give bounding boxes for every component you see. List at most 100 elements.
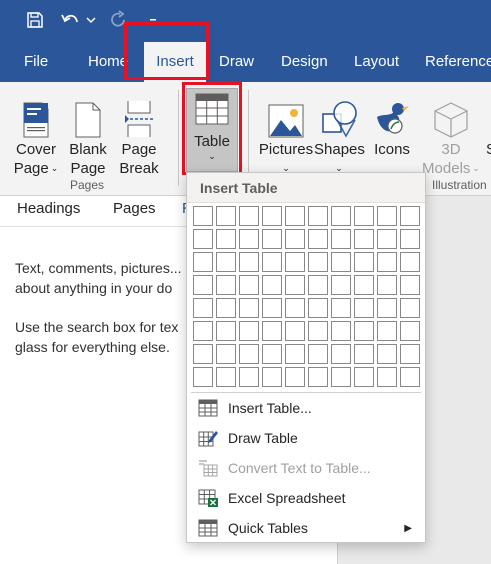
undo-button[interactable] (58, 8, 82, 32)
table-grid-cell[interactable] (377, 206, 397, 226)
table-grid-cell[interactable] (239, 275, 259, 295)
draw-table-menu-item[interactable]: Draw Table (188, 423, 424, 453)
tab-home[interactable]: Home (88, 42, 128, 82)
table-grid-cell[interactable] (285, 367, 305, 387)
table-grid-cell[interactable] (216, 344, 236, 364)
table-grid-cell[interactable] (377, 321, 397, 341)
table-grid-cell[interactable] (354, 298, 374, 318)
table-grid-cell[interactable] (193, 275, 213, 295)
tab-layout[interactable]: Layout (354, 42, 399, 82)
table-grid-cell[interactable] (262, 321, 282, 341)
table-grid-cell[interactable] (193, 252, 213, 272)
table-grid-cell[interactable] (285, 321, 305, 341)
table-grid-cell[interactable] (400, 229, 420, 249)
smartart-button-clipped[interactable]: S (486, 82, 491, 159)
table-grid-cell[interactable] (308, 344, 328, 364)
table-size-grid[interactable] (193, 206, 420, 387)
cover-page-button[interactable]: Cover Page ⌄ (10, 82, 62, 180)
table-grid-cell[interactable] (239, 344, 259, 364)
table-grid-cell[interactable] (193, 367, 213, 387)
save-button[interactable] (24, 8, 46, 32)
table-grid-cell[interactable] (354, 229, 374, 249)
tab-insert[interactable]: Insert (144, 42, 206, 82)
table-grid-cell[interactable] (216, 252, 236, 272)
table-button[interactable]: Table ⌄ (186, 88, 238, 172)
convert-text-to-table-menu-item[interactable]: Convert Text to Table... (188, 453, 424, 483)
table-grid-cell[interactable] (354, 275, 374, 295)
table-grid-cell[interactable] (400, 367, 420, 387)
table-grid-cell[interactable] (331, 321, 351, 341)
table-grid-cell[interactable] (354, 367, 374, 387)
table-grid-cell[interactable] (239, 229, 259, 249)
table-grid-cell[interactable] (193, 229, 213, 249)
table-grid-cell[interactable] (331, 367, 351, 387)
table-grid-cell[interactable] (400, 344, 420, 364)
table-grid-cell[interactable] (331, 344, 351, 364)
table-grid-cell[interactable] (331, 252, 351, 272)
table-grid-cell[interactable] (193, 206, 213, 226)
table-grid-cell[interactable] (331, 275, 351, 295)
table-grid-cell[interactable] (216, 206, 236, 226)
blank-page-button[interactable]: Blank Page (66, 82, 110, 178)
table-grid-cell[interactable] (377, 229, 397, 249)
tab-references[interactable]: Reference (425, 42, 491, 82)
table-grid-cell[interactable] (285, 252, 305, 272)
table-grid-cell[interactable] (308, 321, 328, 341)
table-grid-cell[interactable] (285, 275, 305, 295)
table-grid-cell[interactable] (354, 321, 374, 341)
table-grid-cell[interactable] (239, 298, 259, 318)
table-grid-cell[interactable] (193, 298, 213, 318)
table-grid-cell[interactable] (354, 252, 374, 272)
3d-models-button[interactable]: 3D Models ⌄ (418, 82, 484, 180)
table-grid-cell[interactable] (216, 275, 236, 295)
table-grid-cell[interactable] (285, 344, 305, 364)
table-grid-cell[interactable] (285, 206, 305, 226)
table-grid-cell[interactable] (239, 252, 259, 272)
tab-design[interactable]: Design (281, 42, 328, 82)
table-grid-cell[interactable] (308, 275, 328, 295)
table-grid-cell[interactable] (377, 252, 397, 272)
customize-quick-access-button[interactable] (146, 8, 160, 32)
table-grid-cell[interactable] (377, 275, 397, 295)
table-grid-cell[interactable] (216, 367, 236, 387)
table-grid-cell[interactable] (308, 298, 328, 318)
table-grid-cell[interactable] (193, 321, 213, 341)
table-grid-cell[interactable] (285, 298, 305, 318)
table-grid-cell[interactable] (285, 229, 305, 249)
table-grid-cell[interactable] (262, 344, 282, 364)
tab-draw[interactable]: Draw (219, 42, 254, 82)
redo-button[interactable] (108, 8, 130, 32)
table-grid-cell[interactable] (400, 321, 420, 341)
page-break-button[interactable]: Page Break (116, 82, 162, 178)
table-grid-cell[interactable] (262, 206, 282, 226)
table-grid-cell[interactable] (400, 298, 420, 318)
table-grid-cell[interactable] (377, 367, 397, 387)
insert-table-menu-item[interactable]: Insert Table... (188, 393, 424, 423)
table-grid-cell[interactable] (354, 206, 374, 226)
table-grid-cell[interactable] (377, 298, 397, 318)
table-grid-cell[interactable] (262, 229, 282, 249)
table-grid-cell[interactable] (331, 229, 351, 249)
pictures-button[interactable]: Pictures ⌄ (257, 82, 315, 180)
table-grid-cell[interactable] (400, 206, 420, 226)
undo-dropdown-button[interactable] (84, 8, 98, 32)
table-grid-cell[interactable] (216, 229, 236, 249)
table-grid-cell[interactable] (308, 229, 328, 249)
table-grid-cell[interactable] (262, 298, 282, 318)
table-grid-cell[interactable] (400, 275, 420, 295)
shapes-button[interactable]: Shapes ⌄ (314, 82, 365, 180)
table-grid-cell[interactable] (308, 206, 328, 226)
table-grid-cell[interactable] (400, 252, 420, 272)
quick-tables-menu-item[interactable]: Quick Tables ▶ (188, 513, 424, 543)
table-grid-cell[interactable] (262, 252, 282, 272)
nav-tab-pages[interactable]: Pages (113, 200, 156, 217)
table-grid-cell[interactable] (216, 298, 236, 318)
table-grid-cell[interactable] (308, 252, 328, 272)
table-grid-cell[interactable] (262, 275, 282, 295)
table-grid-cell[interactable] (193, 344, 213, 364)
table-grid-cell[interactable] (354, 344, 374, 364)
table-grid-cell[interactable] (239, 367, 259, 387)
table-grid-cell[interactable] (308, 367, 328, 387)
table-grid-cell[interactable] (377, 344, 397, 364)
table-grid-cell[interactable] (331, 206, 351, 226)
